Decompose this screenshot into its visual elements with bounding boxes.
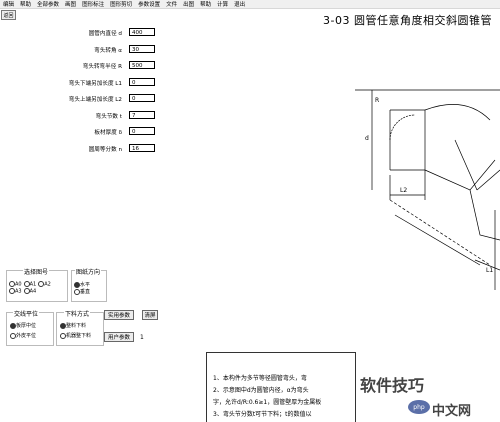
user-params-value: 1 [140, 334, 144, 341]
paper_group-option-3[interactable]: A3 [9, 287, 22, 294]
orientation-title: 图纸方向 [75, 267, 102, 276]
menu-item-8[interactable]: 出图 [180, 0, 197, 8]
param-input-7[interactable]: 16 [129, 143, 155, 152]
param-label-1: 弯头转角 α [94, 47, 122, 54]
label-R: R [375, 97, 379, 104]
joint-title: 交线平位 [13, 309, 40, 318]
note-line-1: 2、示意图中d为圆管内径，α为弯头 [213, 387, 309, 394]
cut_group-option-label: 机器整下料 [66, 333, 92, 339]
watermark-site: 中文网 [432, 404, 472, 419]
cut_group-option-label: 整料下料 [66, 323, 87, 329]
note-line-3: 3、弯头节分数t可节下料；t的数值以 [213, 411, 312, 418]
cut_group-option-0[interactable]: 整料下料 [60, 322, 91, 329]
param-label-7: 圆周等分数 n [88, 146, 122, 153]
php-logo: php [408, 400, 430, 414]
page-title: 3-03 圆管任意角度相交斜圆锥管 [323, 14, 492, 27]
notes-panel: 1、本构件为多节等径圆管弯头，弯 2、示意图中d为圆管内径，α为弯头字，允许d/R… [206, 352, 356, 422]
menu-bar: 编辑 帮助 全部参数 画图 图形标注 图形剪切 参数设置 文件 出图 帮助 计算 退出 [0, 0, 500, 9]
paper_group-option-label: A3 [15, 288, 22, 294]
orientation_group-option-1[interactable]: 垂直 [74, 288, 90, 295]
cut-title: 下料方式 [64, 309, 91, 318]
joint_group-option-label: 外皮平位 [16, 333, 37, 339]
menu-item-1[interactable]: 帮助 [17, 0, 34, 8]
param-label-3: 弯头下端另加长度 L1 [68, 80, 122, 87]
param-input-0[interactable]: 400 [129, 28, 155, 36]
param-label-5: 弯头节数 t [95, 113, 122, 120]
menu-item-2[interactable]: 全部参数 [34, 0, 62, 8]
cut_group-option-1[interactable]: 机器整下料 [60, 332, 91, 339]
watermark-text: 软件技巧 [360, 376, 425, 395]
paper-size-group: 选择图号 A0 A1 A2A3 A4 [6, 267, 68, 302]
note-line-0: 1、本构件为多节等径圆管弯头，弯 [213, 375, 307, 382]
param-input-1[interactable]: 30 [129, 44, 155, 53]
orientation-group: 图纸方向 水平垂直 [71, 267, 107, 302]
param-label-0: 圆管内直径 d [88, 31, 122, 37]
note-line-2: 字，允许d/R:0.6≥1，圆管壁厚为金属板 [213, 399, 322, 406]
menu-item-3[interactable]: 画图 [62, 0, 79, 8]
joint_group-option-0[interactable]: 板厚中位 [10, 322, 36, 329]
cut-group: 下料方式 整料下料机器整下料 [56, 309, 104, 346]
menu-item-4[interactable]: 图形标注 [79, 0, 107, 8]
practical-params-button[interactable]: 实用参数 [104, 310, 134, 320]
elbow-drawing: R d L2 L1 [355, 89, 500, 290]
orientation_group-option-label: 垂直 [80, 289, 91, 295]
param-input-6[interactable]: 0 [129, 127, 155, 135]
param-input-5[interactable]: 7 [129, 110, 155, 119]
param-label-2: 弯头转弯半径 R [82, 64, 122, 70]
paper_group-option-label: A2 [44, 281, 51, 288]
param-label-4: 弯头上端另加长度 L2 [68, 97, 122, 103]
back-button[interactable]: 返回 [1, 10, 16, 20]
menu-item-0[interactable]: 编辑 [0, 0, 17, 8]
param-label-6: 板材厚度 δ [94, 130, 122, 136]
param-input-4[interactable]: 0 [129, 94, 155, 102]
paper_group-option-2[interactable]: A2 [38, 281, 51, 288]
param-input-3[interactable]: 0 [129, 77, 155, 86]
menu-item-7[interactable]: 文件 [163, 0, 180, 8]
paper_group-option-4[interactable]: A4 [23, 287, 37, 294]
joint_group-option-label: 板厚中位 [16, 323, 37, 329]
joint_group-option-1[interactable]: 外皮平位 [10, 332, 36, 339]
paper_group-option-label: A4 [29, 288, 37, 294]
label-d: d [365, 135, 369, 142]
clear-button[interactable]: 清屏 [142, 310, 158, 320]
param-input-2[interactable]: 500 [129, 61, 155, 69]
orientation_group-option-0[interactable]: 水平 [74, 281, 90, 288]
menu-item-9[interactable]: 帮助 [197, 0, 214, 8]
menu-item-10[interactable]: 计算 [214, 0, 231, 8]
label-l1: L1 [486, 267, 493, 274]
joint-group: 交线平位 板厚中位外皮平位 [6, 309, 54, 346]
menu-item-6[interactable]: 参数设置 [135, 0, 163, 8]
menu-item-11[interactable]: 退出 [231, 0, 248, 8]
user-params-button[interactable]: 用户参数 [104, 332, 134, 342]
paper-size-title: 选择图号 [23, 267, 50, 276]
label-l2: L2 [400, 187, 407, 194]
menu-item-5[interactable]: 图形剪切 [107, 0, 135, 8]
php-logo-text: php [413, 403, 425, 411]
